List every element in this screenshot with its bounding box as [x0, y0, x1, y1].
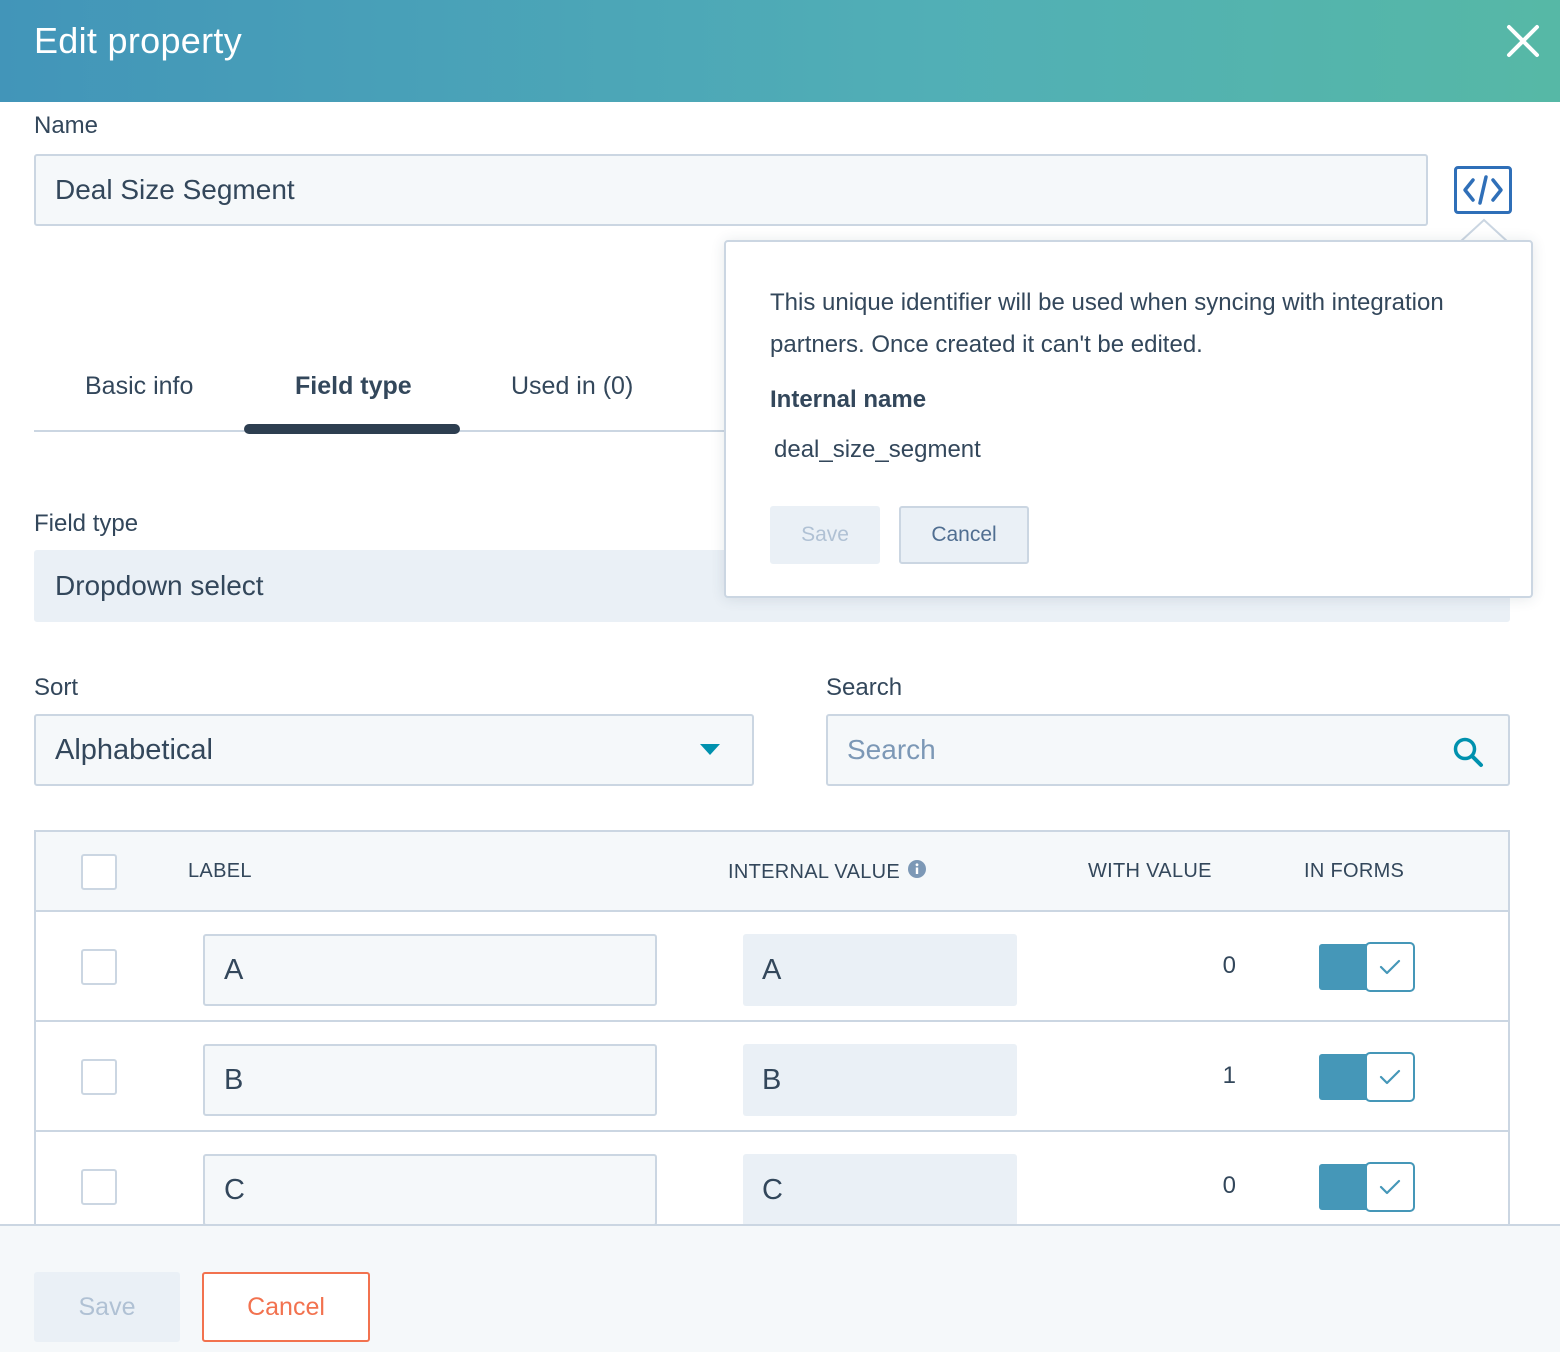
table-header: LABEL INTERNAL VALUE WITH VALUE IN FORMS — [36, 832, 1508, 912]
option-label-input[interactable]: C — [203, 1154, 657, 1225]
with-value-count: 1 — [1222, 1062, 1236, 1089]
with-value-count: 0 — [1222, 952, 1236, 979]
caret-down-icon — [700, 744, 720, 755]
in-forms-toggle[interactable] — [1319, 1162, 1415, 1212]
internal-value-text: B — [762, 1063, 782, 1096]
with-value-count: 0 — [1222, 1172, 1236, 1199]
table-row: C C 0 — [36, 1132, 1508, 1225]
check-icon — [1365, 942, 1415, 992]
dialog-footer: Save Cancel — [0, 1224, 1560, 1352]
row-checkbox[interactable] — [81, 1059, 117, 1095]
popover-cancel-button[interactable]: Cancel — [899, 506, 1029, 564]
popover-arrow — [1460, 218, 1508, 242]
search-label: Search — [826, 674, 903, 701]
option-label-value: C — [224, 1173, 245, 1206]
internal-value-field: C — [743, 1154, 1017, 1225]
info-icon[interactable] — [908, 860, 927, 884]
cancel-button[interactable]: Cancel — [202, 1272, 370, 1342]
sort-select[interactable]: Alphabetical — [34, 714, 754, 786]
row-checkbox[interactable] — [81, 949, 117, 985]
option-label-value: B — [224, 1063, 244, 1096]
check-icon — [1365, 1052, 1415, 1102]
internal-value-text: A — [762, 953, 782, 986]
name-input[interactable]: Deal Size Segment — [34, 154, 1428, 226]
popover-description: This unique identifier will be used when… — [770, 289, 1444, 358]
name-input-value: Deal Size Segment — [55, 174, 295, 205]
dialog-title: Edit property — [34, 20, 242, 61]
internal-value-field: A — [743, 934, 1017, 1006]
internal-value-text: C — [762, 1173, 783, 1206]
in-forms-toggle[interactable] — [1319, 1052, 1415, 1102]
options-table: LABEL INTERNAL VALUE WITH VALUE IN FORMS… — [34, 830, 1510, 1225]
dialog-header: Edit property — [0, 0, 1560, 102]
name-label: Name — [34, 112, 99, 139]
save-button[interactable]: Save — [34, 1272, 180, 1342]
popover-save-button[interactable]: Save — [770, 506, 880, 564]
search-icon[interactable] — [1452, 736, 1484, 768]
option-label-input[interactable]: B — [203, 1044, 657, 1116]
search-field — [826, 714, 1510, 786]
field-type-label: Field type — [34, 510, 139, 537]
internal-name-popover: This unique identifier will be used when… — [724, 240, 1533, 598]
field-type-value: Dropdown select — [55, 570, 264, 601]
option-label-input[interactable]: A — [203, 934, 657, 1006]
sort-label: Sort — [34, 674, 79, 701]
internal-name-label: Internal name — [770, 386, 927, 413]
internal-name-value: deal_size_segment — [774, 436, 981, 463]
column-header-internal-value-text: INTERNAL VALUE — [728, 860, 901, 883]
close-icon[interactable] — [1500, 18, 1546, 64]
tab-field-type[interactable]: Field type — [295, 372, 412, 401]
select-all-checkbox[interactable] — [81, 854, 117, 890]
code-icon[interactable] — [1454, 166, 1512, 214]
internal-value-field: B — [743, 1044, 1017, 1116]
table-row: B B 1 — [36, 1022, 1508, 1132]
check-icon — [1365, 1162, 1415, 1212]
option-label-value: A — [224, 953, 244, 986]
search-input[interactable] — [828, 716, 1428, 784]
tab-basic-info[interactable]: Basic info — [85, 372, 193, 401]
column-header-with-value: WITH VALUE — [1088, 860, 1212, 882]
column-header-in-forms: IN FORMS — [1304, 860, 1405, 882]
tab-used-in[interactable]: Used in (0) — [511, 372, 633, 401]
sort-select-value: Alphabetical — [55, 733, 213, 766]
table-row: A A 0 — [36, 912, 1508, 1022]
column-header-label: LABEL — [188, 860, 252, 882]
in-forms-toggle[interactable] — [1319, 942, 1415, 992]
row-checkbox[interactable] — [81, 1169, 117, 1205]
tab-active-indicator — [244, 424, 460, 434]
column-header-internal-value: INTERNAL VALUE — [728, 860, 927, 884]
